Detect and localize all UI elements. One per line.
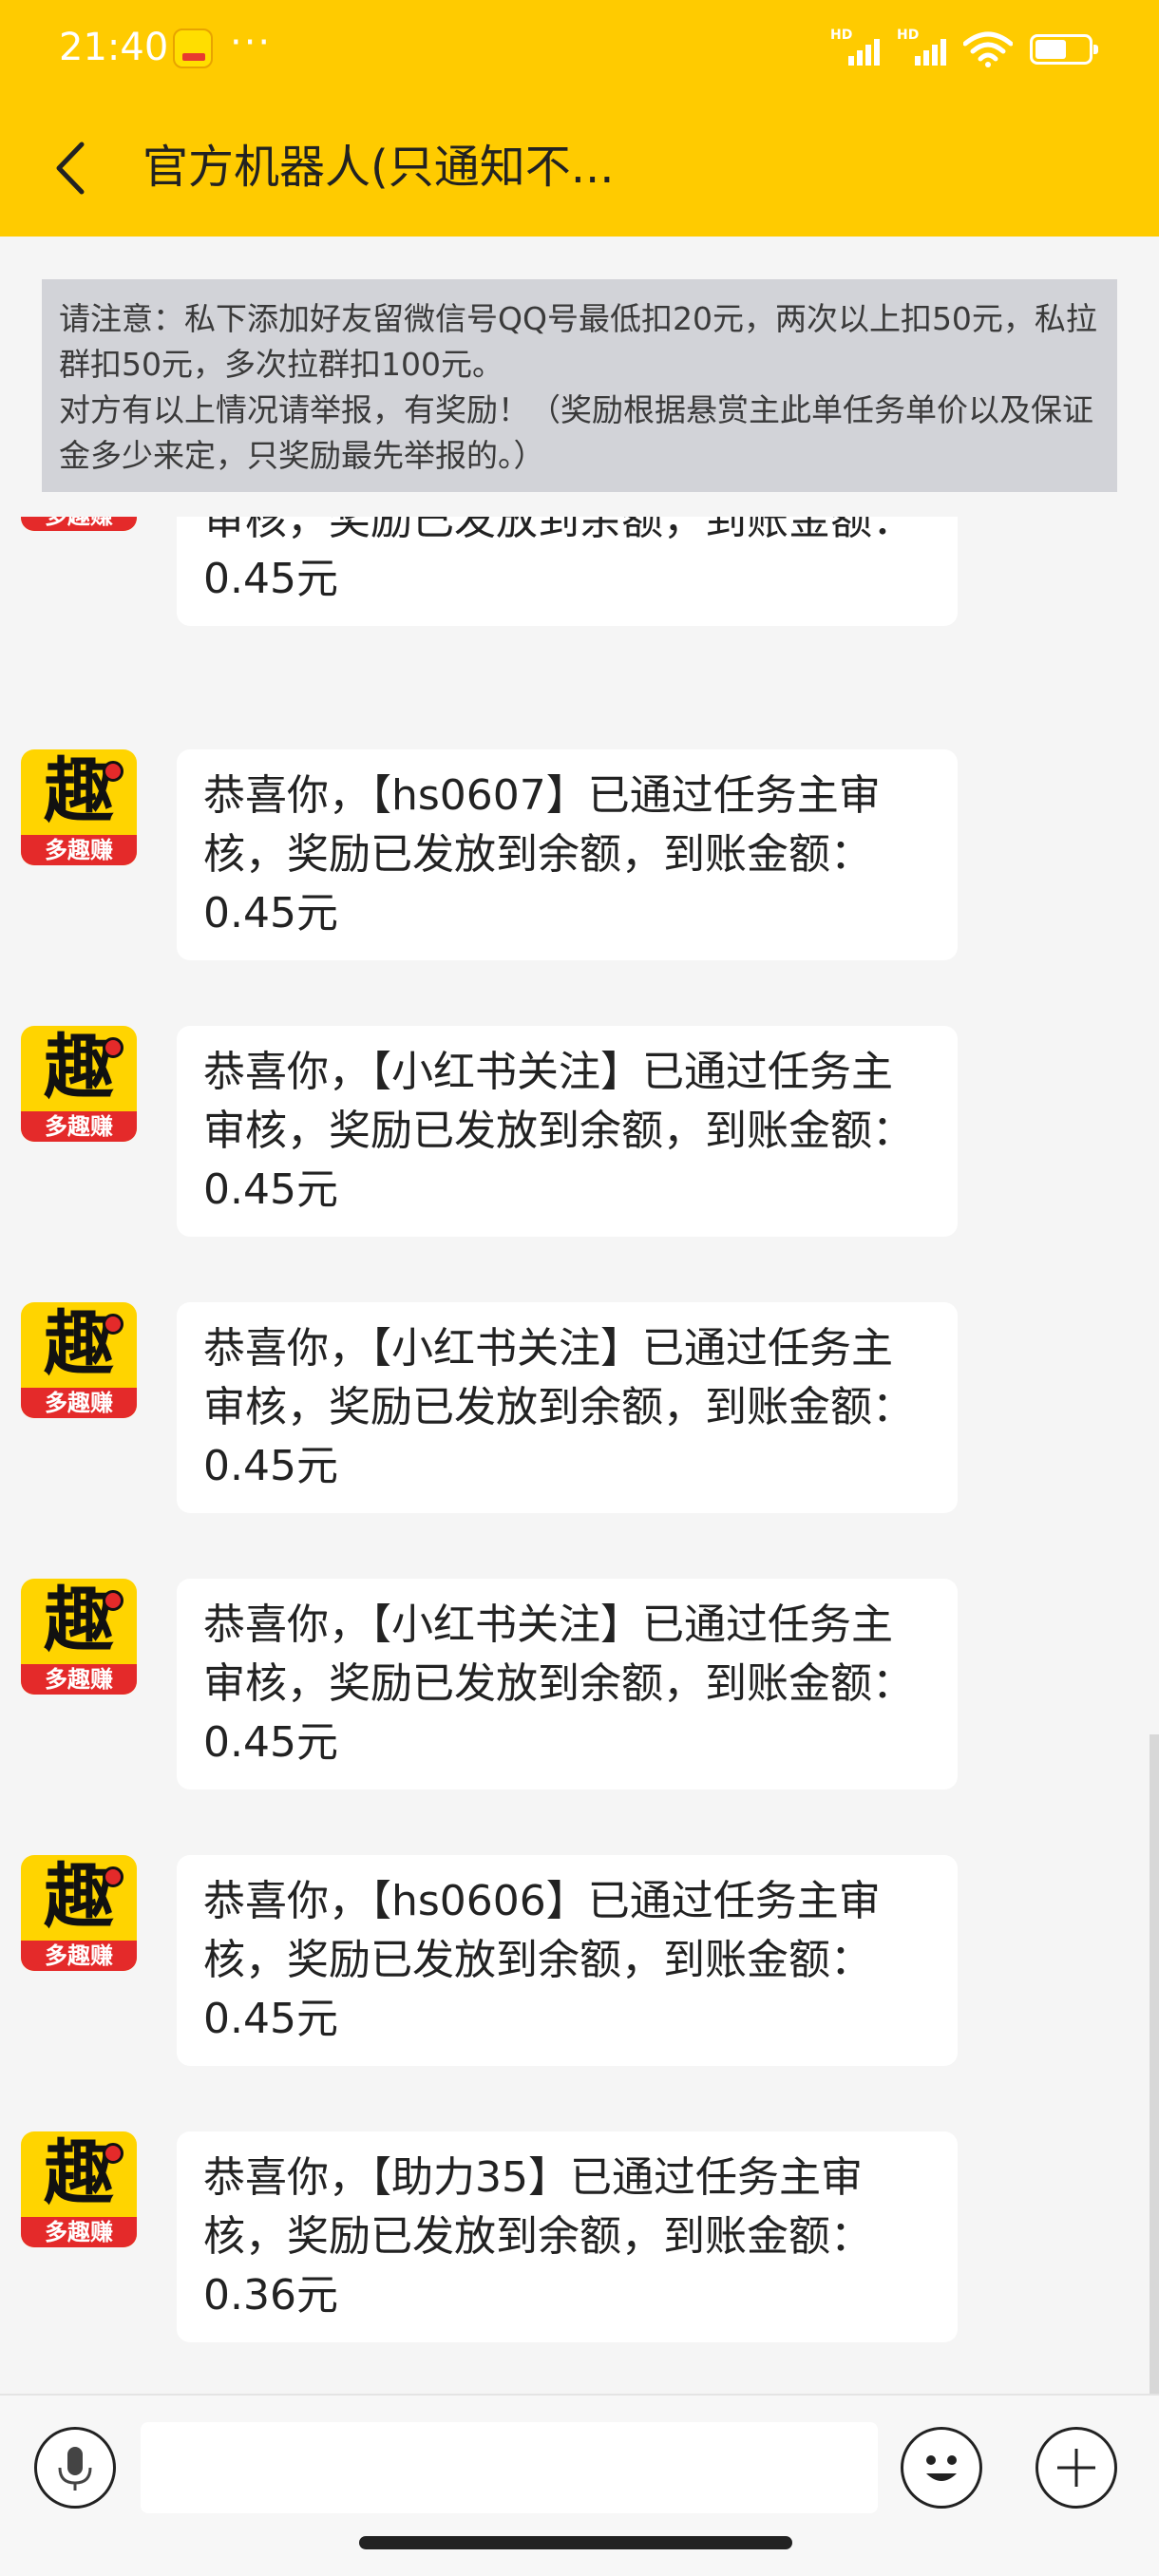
avatar-badge-dot — [103, 1866, 124, 1887]
avatar-label: 多趣赚 — [45, 1113, 113, 1140]
avatar-label: 多趣赚 — [45, 1666, 113, 1693]
avatar[interactable]: 趣 多趣赚 — [21, 2131, 137, 2247]
notice-line-1: 请注意：私下添加好友留微信号QQ号最低扣20元，两次以上扣50元，私拉群扣50元… — [59, 300, 1097, 383]
more-notifications-indicator: ··· — [230, 21, 273, 65]
status-time: 21:40 — [59, 26, 169, 69]
avatar-label: 多趣赚 — [45, 2219, 113, 2245]
avatar-label: 多趣赚 — [21, 517, 137, 529]
emoji-button[interactable] — [901, 2427, 982, 2509]
avatar-badge-dot — [103, 1037, 124, 1058]
chat-message-list[interactable]: 趣 多趣赚 恭喜你，【小红书关注】已通过任务主审核，奖励已发放到余额，到账金额：… — [0, 517, 1159, 2394]
chevron-left-icon — [56, 142, 85, 195]
input-bar — [0, 2394, 1159, 2576]
message-bubble[interactable]: 恭喜你，【hs0606】已通过任务主审核，奖励已发放到余额，到账金额：0.45元 — [177, 1855, 958, 2066]
signal-icon-2: HD — [897, 28, 946, 66]
battery-icon — [1030, 34, 1098, 65]
page-title: 官方机器人(只通知不... — [142, 141, 615, 194]
avatar[interactable]: 趣 多趣赚 — [21, 749, 137, 865]
top-bar: 21:40 ··· HD HD 官方机器人(只通知不... — [0, 0, 1159, 237]
signal-icon: HD — [830, 28, 880, 66]
message-bubble[interactable]: 恭喜你，【小红书关注】已通过任务主审核，奖励已发放到余额，到账金额：0.45元 — [177, 1302, 958, 1513]
message-bubble[interactable]: 恭喜你，【小红书关注】已通过任务主审核，奖励已发放到余额，到账金额：0.45元 — [177, 517, 958, 626]
add-button[interactable] — [1036, 2427, 1117, 2509]
app-notification-icon — [173, 28, 213, 68]
avatar-badge-dot — [103, 1590, 124, 1611]
avatar[interactable]: 趣 多趣赚 — [21, 1579, 137, 1695]
message-bubble[interactable]: 恭喜你，【助力35】已通过任务主审核，奖励已发放到余额，到账金额：0.36元 — [177, 2131, 958, 2342]
avatar-label: 多趣赚 — [45, 1942, 113, 1969]
message-bubble[interactable]: 恭喜你，【小红书关注】已通过任务主审核，奖励已发放到余额，到账金额：0.45元 — [177, 1026, 958, 1237]
wifi-icon — [963, 31, 1013, 67]
notice-line-2: 对方有以上情况请举报，有奖励！（奖励根据悬赏主此单任务单价以及保证金多少来定，只… — [59, 391, 1093, 474]
avatar[interactable]: 趣 多趣赚 — [21, 1855, 137, 1971]
avatar[interactable]: 趣 多趣赚 — [21, 1026, 137, 1142]
status-indicators: HD HD — [830, 28, 1098, 70]
avatar-badge-dot — [103, 1314, 124, 1335]
microphone-icon — [58, 2447, 92, 2491]
message-bubble[interactable]: 恭喜你，【hs0607】已通过任务主审核，奖励已发放到余额，到账金额：0.45元 — [177, 749, 958, 960]
voice-button[interactable] — [34, 2427, 116, 2509]
chat-scrollbar[interactable] — [1150, 1734, 1159, 2394]
home-indicator[interactable] — [359, 2536, 792, 2549]
avatar[interactable]: 趣 多趣赚 — [21, 1302, 137, 1418]
avatar-label: 多趣赚 — [45, 1390, 113, 1416]
message-input[interactable] — [141, 2422, 878, 2513]
back-button[interactable] — [48, 135, 95, 201]
avatar[interactable]: 趣 多趣赚 — [21, 517, 137, 531]
message-bubble[interactable]: 恭喜你，【小红书关注】已通过任务主审核，奖励已发放到余额，到账金额：0.45元 — [177, 1579, 958, 1790]
avatar-label: 多趣赚 — [45, 837, 113, 863]
avatar-badge-dot — [103, 2143, 124, 2164]
avatar-badge-dot — [103, 761, 124, 782]
notice-banner: 请注意：私下添加好友留微信号QQ号最低扣20元，两次以上扣50元，私拉群扣50元… — [42, 279, 1117, 492]
smiley-icon — [926, 2455, 957, 2481]
plus-icon — [1057, 2449, 1095, 2487]
